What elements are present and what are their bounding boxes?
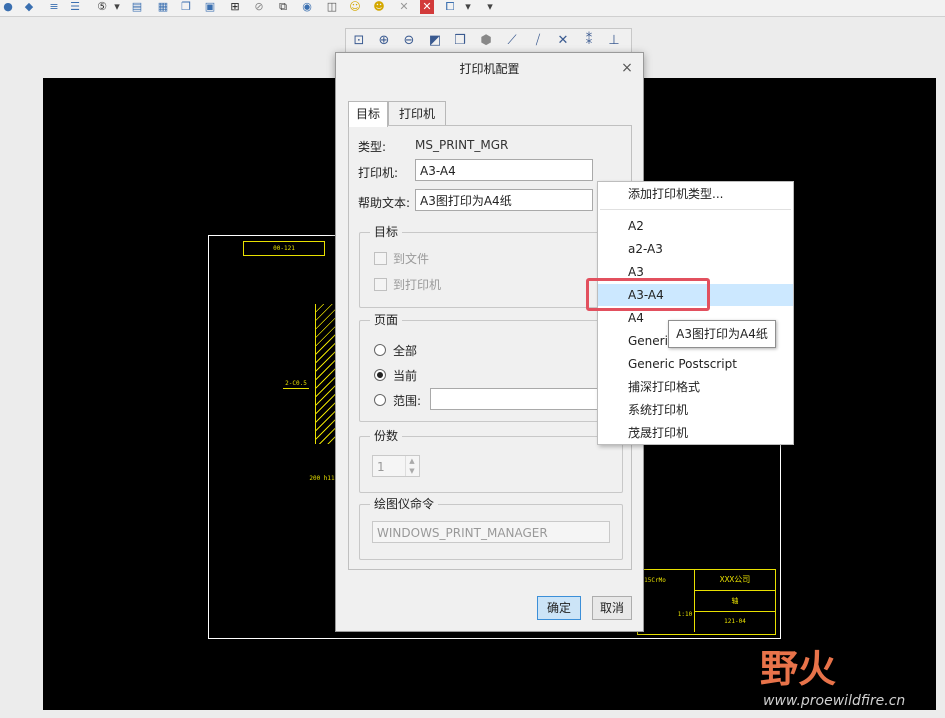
menu-item-system-printer[interactable]: 系统打印机 <box>598 399 793 421</box>
layer-icon[interactable]: ◫ <box>325 0 339 14</box>
menu-item-capture-format[interactable]: 捕深打印格式 <box>598 376 793 398</box>
menu-divider <box>600 209 791 210</box>
printer-dropdown-menu: 添加打印机类型... A2 a2-A3 A3 A3-A4 A4 Generic … <box>597 181 794 445</box>
window-icon[interactable]: ⧠ <box>443 0 457 14</box>
printer-field[interactable]: A3-A4 <box>415 159 593 181</box>
zoom-box-icon[interactable]: ⊡ <box>349 32 369 50</box>
cross-icon[interactable]: ✕ <box>397 0 411 14</box>
target-group-title: 目标 <box>370 225 403 239</box>
help-text-field[interactable]: A3图打印为A4纸 <box>415 189 593 211</box>
bottom-dim-label: 200 h11 <box>309 475 335 482</box>
watermark-logo: 野火 <box>760 646 837 691</box>
stepper-up-icon[interactable]: ▲ <box>405 456 418 466</box>
menu-item-a2-a3[interactable]: a2-A3 <box>598 238 793 260</box>
globe-icon[interactable]: ◉ <box>300 0 314 14</box>
toolbar-icon-1[interactable]: ● <box>2 0 14 14</box>
selection-highlight-box <box>586 278 710 311</box>
datum-csys-icon[interactable]: ⁑ <box>579 32 599 50</box>
page-all-label: 全部 <box>393 344 418 358</box>
tb-company: XXX公司 <box>694 570 775 591</box>
target-group: 目标 到文件 到打印机 <box>359 225 623 308</box>
tb-name: 轴 <box>694 591 775 612</box>
tab-panel: 类型: MS_PRINT_MGR 打印机: A3-A4 ⇣ 帮助文本: A3图打… <box>348 125 634 570</box>
datum-axis-icon[interactable]: ⧸ <box>528 32 548 50</box>
plotter-command-group: 绘图仪命令 WINDOWS_PRINT_MANAGER <box>359 497 623 560</box>
close-window-icon[interactable]: ✕ <box>420 0 434 14</box>
page-group: 页面 全部 当前 范围: <box>359 313 623 422</box>
menu-item-generic-postscript[interactable]: Generic Postscript <box>598 353 793 375</box>
tb-scale: 1:10 <box>677 611 693 618</box>
page-current-label: 当前 <box>393 369 418 383</box>
copy-icon[interactable]: ❐ <box>179 0 193 14</box>
overflow-icon[interactable]: ▾ <box>485 0 495 14</box>
printer-label: 打印机: <box>358 166 399 180</box>
cube-icon[interactable]: ❒ <box>450 32 470 50</box>
paste-icon[interactable]: ▣ <box>203 0 217 14</box>
print-icon[interactable]: ▤ <box>130 0 144 14</box>
to-file-checkbox[interactable] <box>374 252 387 265</box>
page-current-radio[interactable] <box>374 369 386 381</box>
page-range-radio[interactable] <box>374 394 386 406</box>
regenerate-icon[interactable]: ⊘ <box>252 0 266 14</box>
select-icon[interactable]: ⧉ <box>276 0 290 14</box>
zoom-in-icon[interactable]: ⊕ <box>374 32 394 50</box>
dialog-title: 打印机配置 <box>459 62 520 76</box>
tab-target[interactable]: 目标 <box>348 101 388 127</box>
ok-button[interactable]: 确定 <box>537 596 581 620</box>
plotter-group-title: 绘图仪命令 <box>370 497 439 511</box>
menu-item-add-printer-type[interactable]: 添加打印机类型... <box>598 183 793 205</box>
eraser-icon[interactable]: ◆ <box>22 0 36 14</box>
cancel-button[interactable]: 取消 <box>592 596 632 620</box>
menu-item-a2[interactable]: A2 <box>598 215 793 237</box>
zoom-out-icon[interactable]: ⊖ <box>399 32 419 50</box>
drawing-title-box: 00-121 <box>243 241 325 256</box>
shaded-icon[interactable]: ⬢ <box>476 32 496 50</box>
plotter-command-field[interactable]: WINDOWS_PRINT_MANAGER <box>372 521 610 543</box>
table-icon[interactable]: ⊞ <box>228 0 242 14</box>
copies-group: 份数 1 ▲ ▼ <box>359 429 623 493</box>
chevron-down-icon[interactable]: ▾ <box>464 0 472 14</box>
page-all-radio[interactable] <box>374 344 386 356</box>
page-group-title: 页面 <box>370 313 403 327</box>
step-5-icon[interactable]: ⑤ <box>94 0 110 14</box>
datum-point-icon[interactable]: ✕ <box>553 32 573 50</box>
stepper-down-icon[interactable]: ▼ <box>405 466 418 476</box>
datum-plane-icon[interactable]: ⟋ <box>502 32 522 50</box>
annotation-icon[interactable]: ⊥ <box>604 32 624 50</box>
to-printer-label: 到打印机 <box>393 278 442 292</box>
smiley-icon[interactable]: ☺ <box>348 0 362 14</box>
page-range-field[interactable] <box>430 388 610 410</box>
to-printer-checkbox[interactable] <box>374 278 387 291</box>
tb-code: 121-04 <box>694 612 775 632</box>
refit-icon[interactable]: ◩ <box>425 32 445 50</box>
list-icon[interactable]: ≡ <box>47 0 61 14</box>
main-toolbar: ● ◆ ≡ ☰ ⑤ ▾ ▤ ▦ ❐ ▣ ⊞ ⊘ ⧉ ◉ ◫ ☺ ☻ ✕ ✕ ⧠ … <box>0 0 945 17</box>
to-file-label: 到文件 <box>393 252 430 266</box>
page-range-label: 范围: <box>393 394 422 408</box>
printer-icon[interactable]: ▦ <box>156 0 170 14</box>
help-text-label: 帮助文本: <box>358 196 411 210</box>
watermark-url: www.proewildfire.cn <box>763 693 906 709</box>
close-icon[interactable]: × <box>620 60 634 76</box>
tooltip: A3图打印为A4纸 <box>668 320 776 348</box>
smiley-alt-icon[interactable]: ☻ <box>372 0 386 14</box>
tree-icon[interactable]: ☰ <box>68 0 82 14</box>
type-value: MS_PRINT_MGR <box>415 138 509 152</box>
copies-group-title: 份数 <box>370 429 403 443</box>
menu-item-maosheng-printer[interactable]: 茂晟打印机 <box>598 422 793 444</box>
chamfer-dim-label: 2-C0.5 <box>283 380 309 389</box>
type-label: 类型: <box>358 140 387 154</box>
tab-printer[interactable]: 打印机 <box>388 101 446 126</box>
title-block: 15CrMo XXX公司 轴 121-04 1:10 <box>637 569 776 635</box>
chevron-down-icon[interactable]: ▾ <box>113 0 121 14</box>
